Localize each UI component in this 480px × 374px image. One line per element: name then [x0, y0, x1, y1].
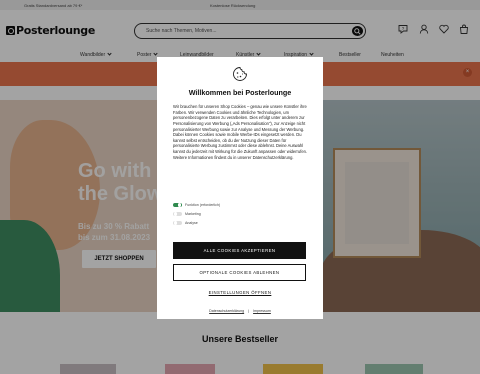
toggle-row-analytics: Analyse — [173, 220, 198, 226]
dialog-footer-links: Datenschutzerklärung | Impressum — [157, 309, 323, 313]
dialog-title: Willkommen bei Posterlounge — [188, 88, 292, 97]
privacy-policy-link[interactable]: Datenschutzerklärung — [209, 309, 244, 313]
open-settings-button[interactable]: EINSTELLUNGEN ÖFFNEN — [157, 290, 323, 295]
cookie-icon — [233, 67, 247, 81]
link-separator: | — [248, 309, 250, 313]
decline-optional-cookies-button[interactable]: OPTIONALE COOKIES ABLEHNEN — [173, 264, 306, 281]
function-toggle — [173, 202, 182, 208]
accept-all-cookies-button[interactable]: ALLE COOKIES AKZEPTIEREN — [173, 242, 306, 259]
analytics-toggle[interactable] — [173, 220, 182, 226]
marketing-toggle[interactable] — [173, 211, 182, 217]
toggle-label: Marketing — [185, 212, 201, 216]
toggle-row-function: Funktion (erforderlich) — [173, 202, 220, 208]
dialog-body-text: Wir brauchen für unseren Shop Cookies – … — [173, 104, 308, 160]
toggle-label: Analyse — [185, 221, 198, 225]
toggle-label: Funktion (erforderlich) — [185, 203, 221, 207]
cookie-consent-dialog: Willkommen bei Posterlounge Wir brauchen… — [157, 57, 323, 319]
toggle-row-marketing: Marketing — [173, 211, 201, 217]
imprint-link[interactable]: Impressum — [253, 309, 271, 313]
